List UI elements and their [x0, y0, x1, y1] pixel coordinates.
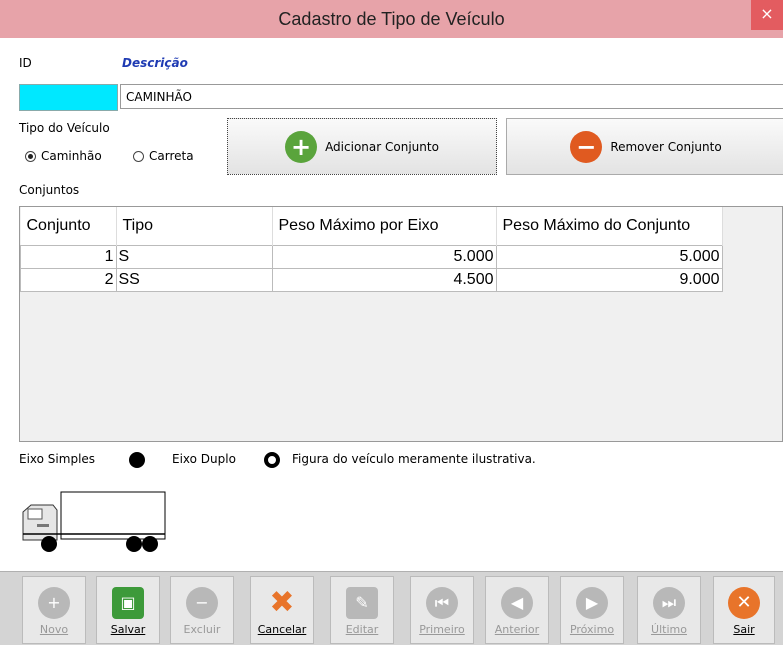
- conjuntos-table: Conjunto Tipo Peso Máximo por Eixo Peso …: [20, 207, 723, 292]
- sair-button[interactable]: ✕ Sair: [713, 576, 775, 644]
- vehicle-illustration: [19, 472, 783, 572]
- illustration-note: Figura do veículo meramente ilustrativa.: [292, 452, 536, 466]
- excluir-label: Excluir: [183, 623, 221, 636]
- eixo-simples-label: Eixo Simples: [19, 452, 96, 466]
- add-conjunto-button[interactable]: + Adicionar Conjunto: [227, 118, 497, 175]
- truck-icon: [22, 491, 166, 552]
- plus-icon: +: [38, 587, 70, 619]
- radio-caminhao-label: Caminhão: [41, 149, 102, 163]
- novo-button[interactable]: + Novo: [22, 576, 86, 644]
- id-label: ID: [19, 56, 32, 70]
- primeiro-label: Primeiro: [419, 623, 465, 636]
- ultimo-button[interactable]: ⏭ Último: [637, 576, 701, 644]
- window-title: Cadastro de Tipo de Veículo: [278, 9, 505, 29]
- col-conjunto[interactable]: Conjunto: [20, 207, 117, 246]
- eixo-simples-icon: [129, 452, 145, 468]
- primeiro-button[interactable]: ⏮ Primeiro: [410, 576, 474, 644]
- editar-button[interactable]: ✎ Editar: [330, 576, 394, 644]
- next-icon: ▶: [576, 587, 608, 619]
- cell-tipo[interactable]: S: [115, 245, 273, 269]
- radio-carreta-label: Carreta: [149, 149, 194, 163]
- proximo-button[interactable]: ▶ Próximo: [560, 576, 624, 644]
- cancelar-label: Cancelar: [257, 623, 307, 636]
- cell-peso-eixo[interactable]: 4.500: [271, 268, 497, 292]
- cell-peso-eixo[interactable]: 5.000: [271, 245, 497, 269]
- proximo-label: Próximo: [569, 623, 615, 636]
- eixo-duplo-icon: [264, 452, 280, 468]
- radio-caminhao[interactable]: Caminhão: [25, 147, 102, 165]
- close-button[interactable]: ×: [751, 0, 783, 30]
- col-peso-eixo[interactable]: Peso Máximo por Eixo: [272, 207, 497, 246]
- tipo-veiculo-label: Tipo do Veículo: [19, 121, 110, 135]
- remove-conjunto-label: Remover Conjunto: [610, 139, 722, 154]
- id-field[interactable]: [19, 84, 118, 111]
- plus-icon: +: [285, 130, 318, 163]
- exit-icon: ✕: [728, 587, 760, 619]
- cell-conjunto[interactable]: 1: [20, 245, 117, 269]
- anterior-button[interactable]: ◀ Anterior: [485, 576, 549, 644]
- last-icon: ⏭: [653, 587, 685, 619]
- novo-label: Novo: [39, 623, 69, 636]
- radio-unchecked-icon: [133, 151, 144, 162]
- ultimo-label: Último: [651, 623, 687, 636]
- edit-icon: ✎: [346, 587, 378, 619]
- table-row[interactable]: 1 S 5.000 5.000: [20, 245, 723, 269]
- col-tipo[interactable]: Tipo: [116, 207, 273, 246]
- eixo-duplo-label: Eixo Duplo: [172, 452, 236, 466]
- radio-checked-icon: [25, 151, 36, 162]
- cell-peso-conjunto[interactable]: 9.000: [495, 268, 723, 292]
- add-conjunto-label: Adicionar Conjunto: [325, 139, 439, 154]
- remove-conjunto-button[interactable]: − Remover Conjunto: [506, 118, 783, 175]
- previous-icon: ◀: [501, 587, 533, 619]
- anterior-label: Anterior: [494, 623, 540, 636]
- cancel-x-icon: ✖: [269, 585, 295, 620]
- cell-conjunto[interactable]: 2: [20, 268, 117, 292]
- cell-peso-conjunto[interactable]: 5.000: [495, 245, 723, 269]
- conjuntos-label: Conjuntos: [19, 183, 80, 197]
- table-row[interactable]: 2 SS 4.500 9.000: [20, 268, 723, 292]
- first-icon: ⏮: [426, 587, 458, 619]
- descricao-field[interactable]: CAMINHÃO: [120, 84, 783, 109]
- descricao-label: Descrição: [122, 56, 188, 70]
- excluir-button[interactable]: − Excluir: [170, 576, 234, 644]
- salvar-button[interactable]: ▣ Salvar: [96, 576, 160, 644]
- minus-icon: −: [570, 130, 603, 163]
- editar-label: Editar: [345, 623, 379, 636]
- col-peso-conjunto[interactable]: Peso Máximo do Conjunto: [496, 207, 723, 246]
- radio-carreta[interactable]: Carreta: [133, 147, 194, 165]
- minus-icon: −: [186, 587, 218, 619]
- salvar-label: Salvar: [110, 623, 146, 636]
- conjuntos-grid[interactable]: Conjunto Tipo Peso Máximo por Eixo Peso …: [19, 206, 783, 442]
- cell-tipo[interactable]: SS: [115, 268, 273, 292]
- sair-label: Sair: [733, 623, 755, 636]
- save-icon: ▣: [112, 587, 144, 619]
- cancelar-button[interactable]: ✖ Cancelar: [250, 576, 314, 644]
